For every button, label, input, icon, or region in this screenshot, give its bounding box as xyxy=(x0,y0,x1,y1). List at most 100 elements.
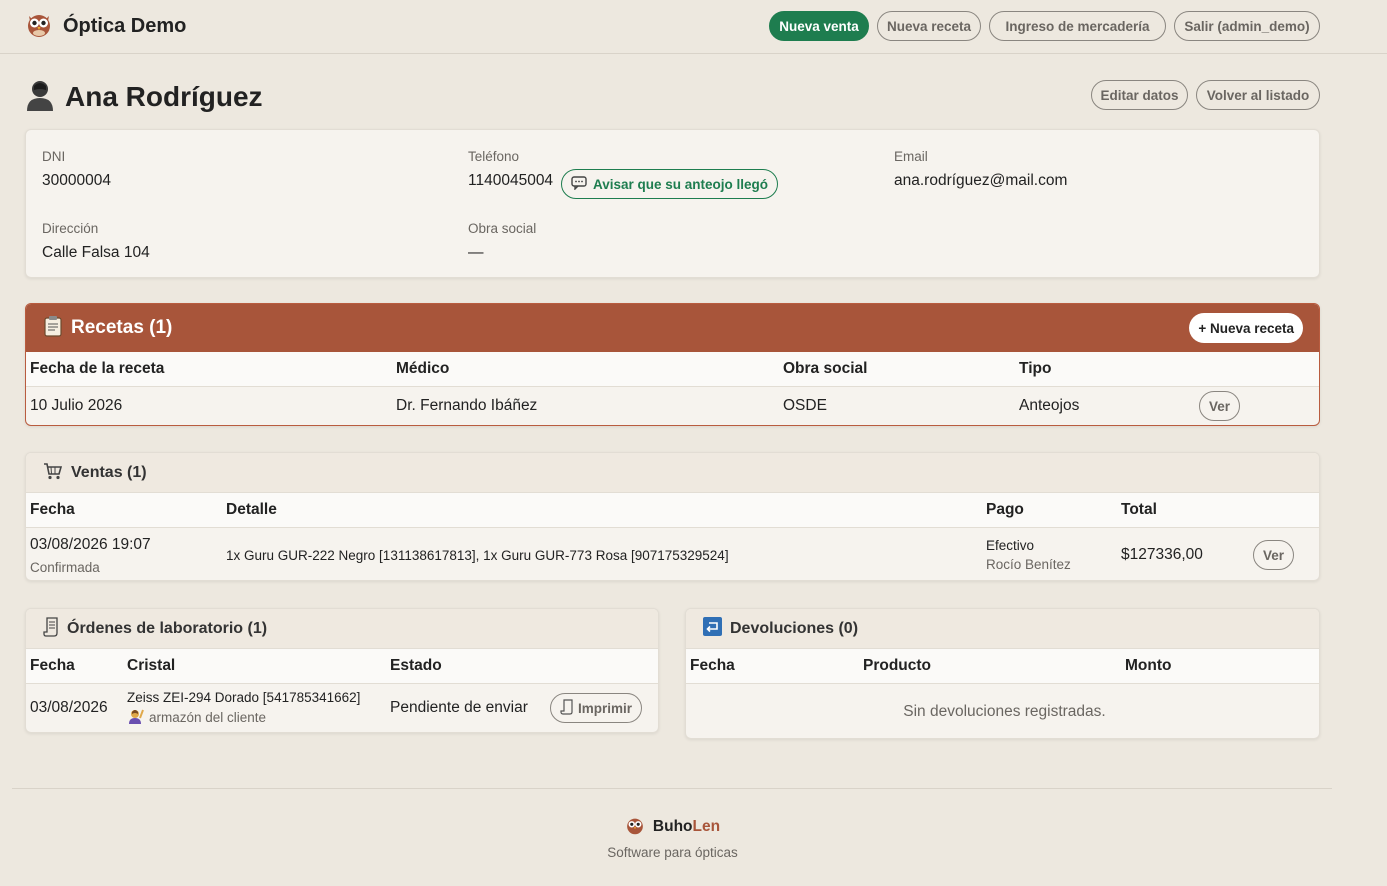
prescription-insurance: OSDE xyxy=(783,397,827,415)
scroll-icon xyxy=(560,699,574,718)
lab-order-lens: Zeiss ZEI-294 Dorado [541785341662] xyxy=(127,689,361,705)
sale-detail: 1x Guru GUR-222 Negro [131138617813], 1x… xyxy=(226,547,729,563)
column-header: Producto xyxy=(859,649,1121,684)
scroll-icon xyxy=(43,616,59,641)
prescription-date: 10 Julio 2026 xyxy=(30,397,123,415)
table-row: 03/08/2026 19:07 Confirmada 1x Guru GUR-… xyxy=(26,527,1319,580)
logout-button[interactable]: Salir (admin_demo) xyxy=(1174,11,1320,41)
sales-title: Ventas (1) xyxy=(71,463,147,481)
sale-date: 03/08/2026 19:07 xyxy=(30,535,151,553)
returns-table: Fecha Producto Monto Sin devoluciones re… xyxy=(686,649,1319,738)
print-lab-order-button[interactable]: Imprimir xyxy=(550,693,643,724)
phone-value: 1140045004 xyxy=(468,172,554,189)
address-value: Calle Falsa 104 xyxy=(42,244,150,261)
cart-icon xyxy=(43,462,63,484)
phone-label: Teléfono xyxy=(468,149,520,164)
lab-orders-title: Órdenes de laboratorio (1) xyxy=(67,619,268,637)
sales-card: Ventas (1) Fecha Detalle Pago Total 03/0… xyxy=(25,452,1320,581)
owl-logo-icon xyxy=(625,815,645,839)
column-header: Estado xyxy=(386,649,546,684)
top-nav: Nueva venta Nueva receta Ingreso de merc… xyxy=(769,11,1320,41)
returns-card: Devoluciones (0) Fecha Producto Monto Si… xyxy=(685,608,1320,739)
footer-divider xyxy=(12,788,1332,789)
lab-order-status: Pendiente de enviar xyxy=(390,699,528,717)
email-field: Email ana.rodríguez@mail.com xyxy=(894,149,1067,190)
footer-brand-b: Len xyxy=(692,818,721,835)
dni-label: DNI xyxy=(42,149,66,164)
column-header: Fecha xyxy=(26,493,222,528)
column-header: Total xyxy=(1117,493,1249,528)
footer-brand: BuhoLen xyxy=(0,815,1345,839)
client-actions: Editar datos Volver al listado xyxy=(1091,80,1320,110)
email-value: ana.rodríguez@mail.com xyxy=(894,172,1068,189)
raising-hand-icon xyxy=(127,708,145,727)
insurance-field: Obra social — xyxy=(468,221,536,262)
footer-brand-a: Buho xyxy=(652,818,693,835)
brand[interactable]: Óptica Demo xyxy=(25,10,186,42)
new-sale-button[interactable]: Nueva venta xyxy=(769,11,869,41)
frame-note-text: armazón del cliente xyxy=(149,709,267,725)
app-name: Óptica Demo xyxy=(63,14,187,37)
sale-seller: Rocío Benítez xyxy=(986,557,1071,573)
column-header-empty xyxy=(546,649,658,684)
table-row: 03/08/2026 Zeiss ZEI-294 Dorado [5417853… xyxy=(26,683,658,732)
column-header: Tipo xyxy=(1015,352,1195,387)
column-header: Fecha de la receta xyxy=(26,352,392,387)
top-bar: Óptica Demo Nueva venta Nueva receta Ing… xyxy=(0,0,1387,54)
lab-order-frame-note: armazón del cliente xyxy=(127,708,386,727)
column-header: Cristal xyxy=(123,649,386,684)
column-header-empty xyxy=(1249,493,1319,528)
returns-empty-message: Sin devoluciones registradas. xyxy=(903,702,1106,720)
client-name: Ana Rodríguez xyxy=(65,81,263,112)
prescriptions-header: Recetas (1) + Nueva receta xyxy=(26,304,1319,352)
column-header: Fecha xyxy=(26,649,123,684)
returns-header: Devoluciones (0) xyxy=(686,609,1319,649)
person-icon xyxy=(25,78,55,116)
dni-field: DNI 30000004 xyxy=(42,149,111,190)
notify-button-label: Avisar que su anteojo llegó xyxy=(593,176,769,192)
insurance-value: — xyxy=(468,244,484,261)
prescriptions-table: Fecha de la receta Médico Obra social Ti… xyxy=(26,352,1319,425)
stock-entry-button[interactable]: Ingreso de mercadería xyxy=(989,11,1166,41)
sales-header: Ventas (1) xyxy=(26,453,1319,493)
clipboard-icon xyxy=(43,315,63,341)
insurance-label: Obra social xyxy=(468,221,537,236)
lab-orders-header: Órdenes de laboratorio (1) xyxy=(26,609,658,649)
address-field: Dirección Calle Falsa 104 xyxy=(42,221,150,262)
table-row: 10 Julio 2026 Dr. Fernando Ibáñez OSDE A… xyxy=(26,386,1319,425)
view-sale-button[interactable]: Ver xyxy=(1253,540,1295,571)
sale-status: Confirmada xyxy=(30,559,100,575)
new-prescription-button[interactable]: Nueva receta xyxy=(877,11,981,41)
edit-client-button[interactable]: Editar datos xyxy=(1091,80,1188,110)
prescriptions-title: Recetas (1) xyxy=(71,317,173,338)
chat-icon xyxy=(571,175,587,193)
owl-logo-icon xyxy=(25,10,53,42)
notify-glasses-arrived-button[interactable]: Avisar que su anteojo llegó xyxy=(561,169,779,199)
sales-table: Fecha Detalle Pago Total 03/08/2026 19:0… xyxy=(26,493,1319,580)
prescription-doctor: Dr. Fernando Ibáñez xyxy=(396,397,538,415)
return-icon xyxy=(703,617,722,640)
sale-payment: Efectivo xyxy=(986,538,1035,554)
lab-orders-table: Fecha Cristal Estado 03/08/2026 Zeiss ZE… xyxy=(26,649,658,732)
add-prescription-button[interactable]: + Nueva receta xyxy=(1189,313,1303,343)
print-label: Imprimir xyxy=(578,700,633,716)
column-header-empty xyxy=(1195,352,1319,387)
phone-field: Teléfono 1140045004 xyxy=(468,149,553,190)
back-to-list-button[interactable]: Volver al listado xyxy=(1196,80,1320,110)
prescriptions-card: Recetas (1) + Nueva receta Fecha de la r… xyxy=(25,303,1320,426)
lab-order-date: 03/08/2026 xyxy=(30,699,108,717)
column-header: Detalle xyxy=(222,493,982,528)
address-label: Dirección xyxy=(42,221,99,236)
footer-tagline: Software para ópticas xyxy=(607,845,738,860)
column-header: Fecha xyxy=(686,649,859,684)
dni-value: 30000004 xyxy=(42,172,111,189)
email-label: Email xyxy=(894,149,928,164)
returns-title: Devoluciones (0) xyxy=(730,619,859,637)
column-header: Obra social xyxy=(779,352,1015,387)
column-header: Médico xyxy=(392,352,779,387)
column-header: Pago xyxy=(982,493,1117,528)
lab-orders-card: Órdenes de laboratorio (1) Fecha Cristal… xyxy=(25,608,659,733)
page-title-row: Ana Rodríguez xyxy=(25,78,263,116)
view-prescription-button[interactable]: Ver xyxy=(1199,391,1241,422)
client-info-card: DNI 30000004 Teléfono 1140045004 Email a… xyxy=(25,129,1320,278)
